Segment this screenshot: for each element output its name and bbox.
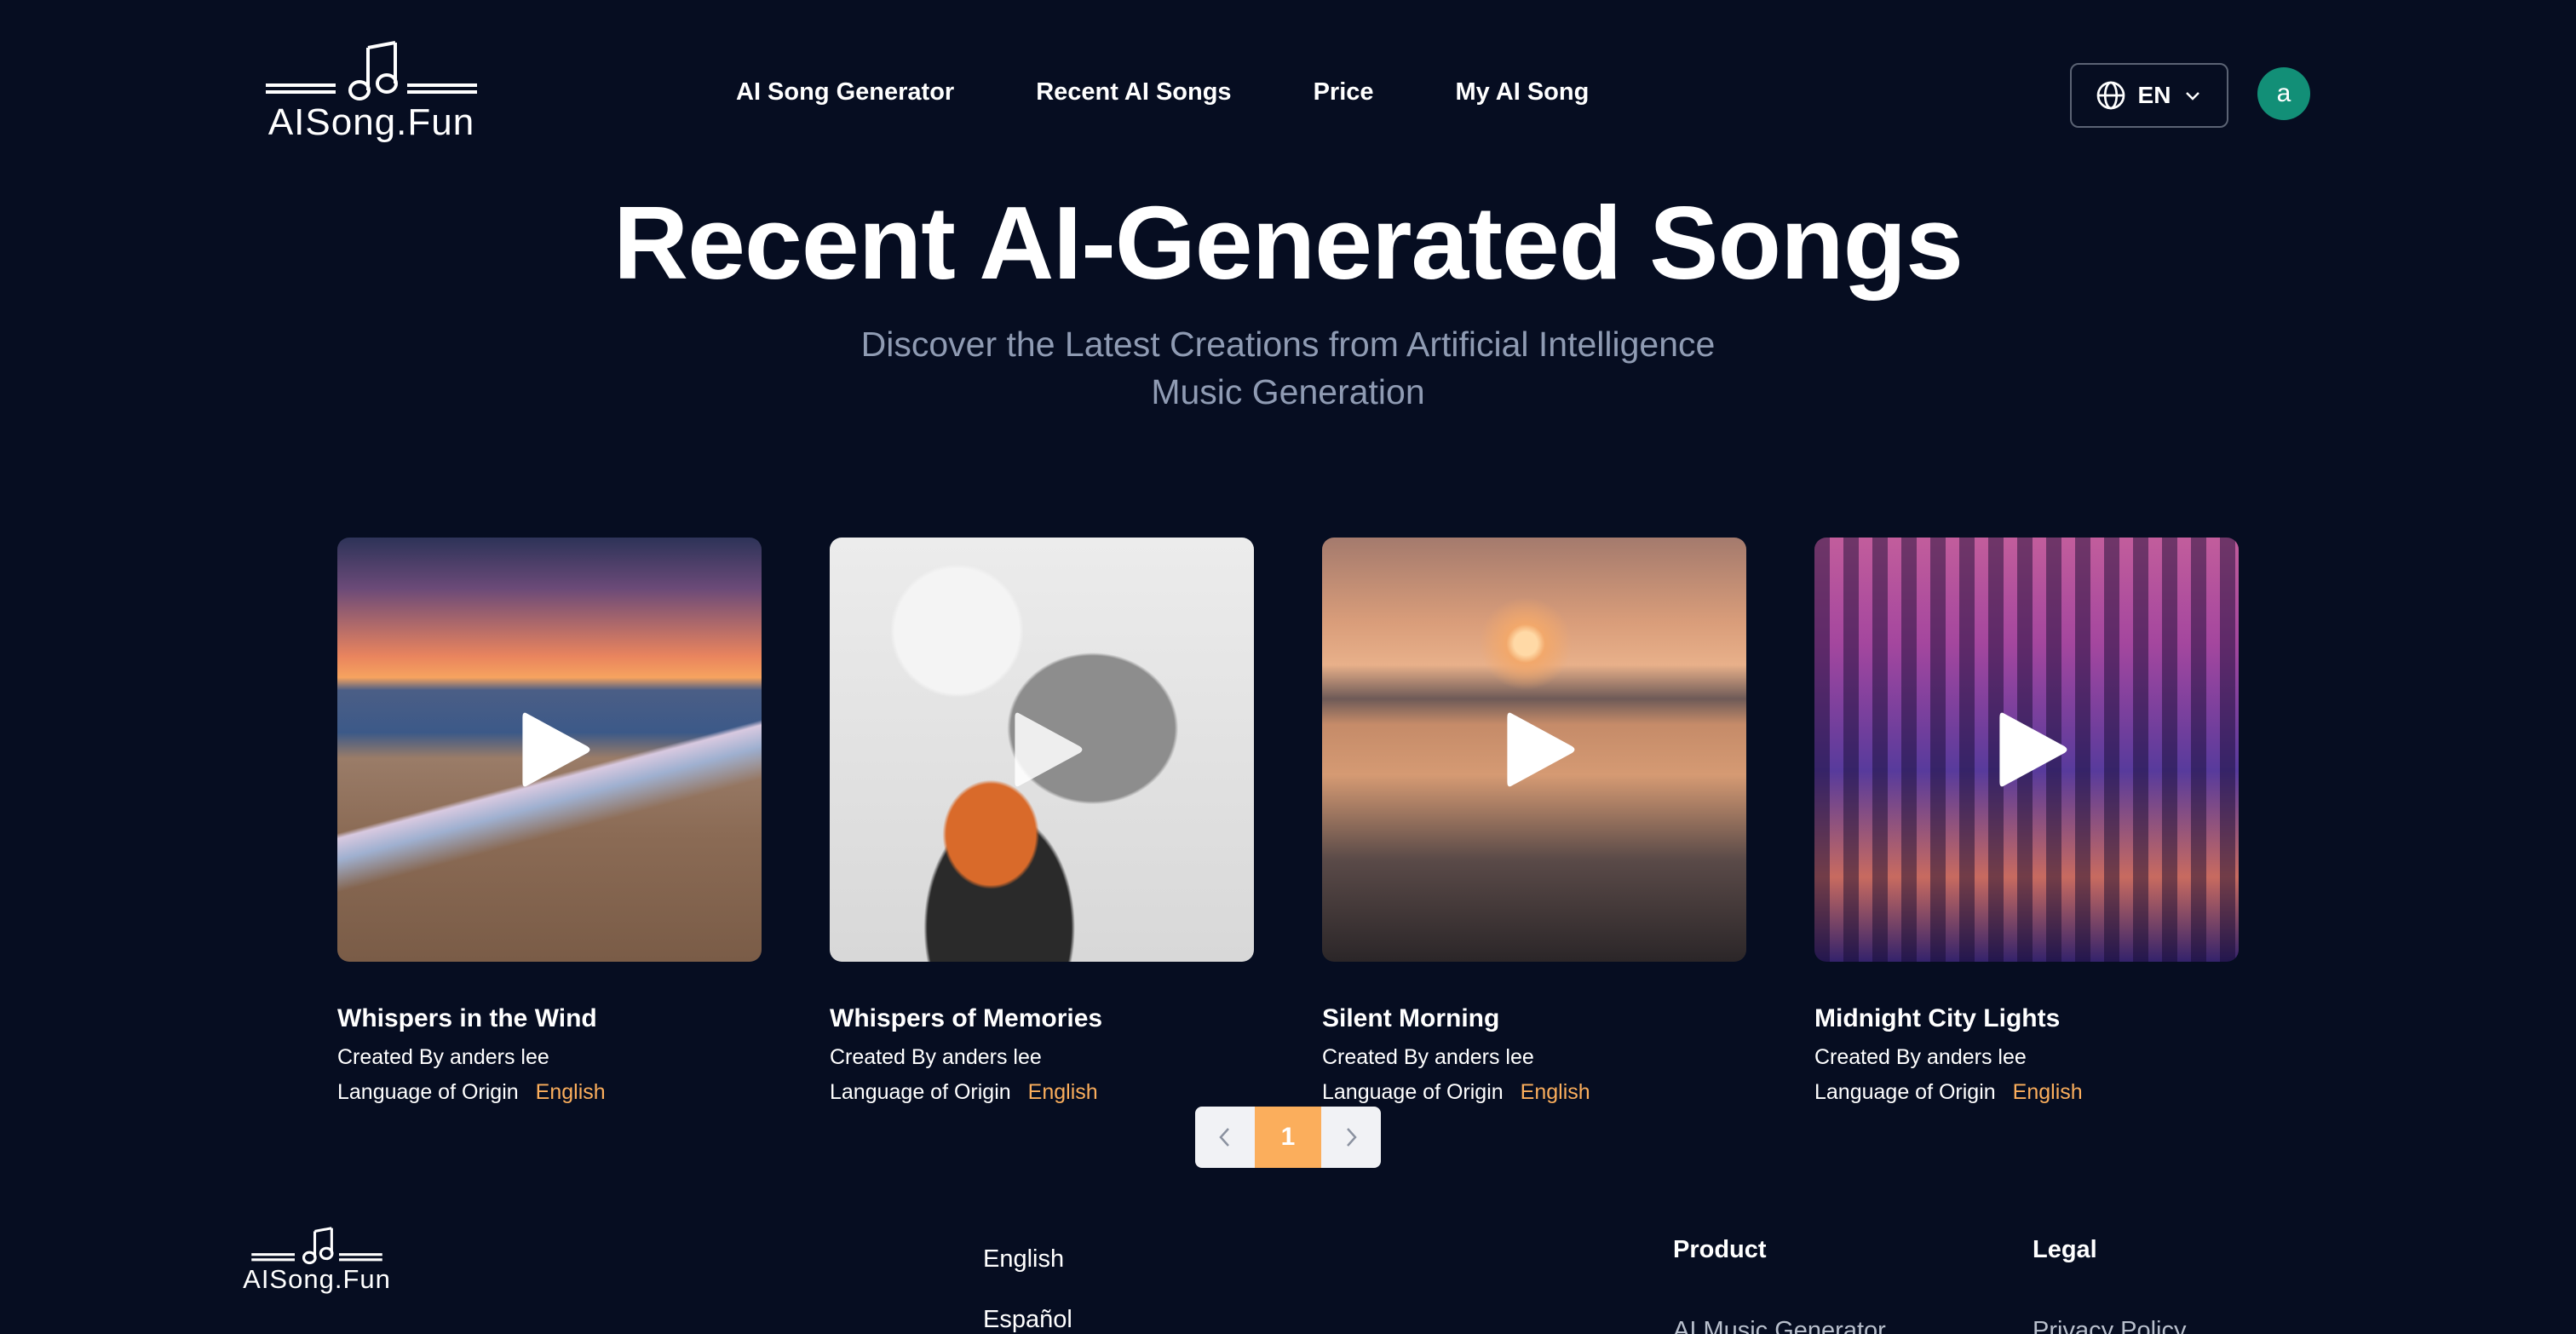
song-title[interactable]: Whispers of Memories [830, 1006, 1254, 1032]
site-logo[interactable]: AISong.Fun [264, 37, 479, 152]
song-creator: Created By anders lee [1814, 1045, 2027, 1069]
song-cover[interactable] [1322, 538, 1746, 962]
song-card: Midnight City Lights Created By anders l… [1814, 538, 2239, 1103]
song-language-label: Language of Origin [1322, 1080, 1504, 1104]
footer-link-privacy-policy[interactable]: Privacy Policy [2033, 1317, 2187, 1334]
song-language: English [535, 1080, 606, 1104]
language-selector[interactable]: EN [2070, 63, 2228, 128]
play-icon[interactable] [520, 709, 592, 791]
play-icon[interactable] [1013, 709, 1084, 791]
footer-language-english[interactable]: English [983, 1245, 1064, 1274]
song-cover[interactable] [337, 538, 762, 962]
chevron-right-icon [1347, 1128, 1357, 1147]
pagination: 1 [1195, 1107, 1381, 1168]
page-title: Recent AI-Generated Songs [613, 185, 1964, 301]
footer-link-ai-music-generator[interactable]: AI Music Generator [1673, 1317, 1886, 1334]
prev-page-button[interactable] [1195, 1107, 1255, 1168]
song-language-label: Language of Origin [337, 1080, 519, 1104]
song-language-row: Language of Origin English [337, 1082, 762, 1103]
song-creator: Created By anders lee [830, 1045, 1042, 1069]
nav-my-ai-song[interactable]: My AI Song [1456, 78, 1590, 106]
page-subtitle: Discover the Latest Creations from Artif… [860, 325, 1716, 411]
music-note-icon [251, 1227, 382, 1265]
nav-recent-ai-songs[interactable]: Recent AI Songs [1036, 78, 1231, 106]
song-language-row: Language of Origin English [1322, 1082, 1746, 1103]
song-card: Silent Morning Created By anders lee Lan… [1322, 538, 1746, 1103]
chevron-down-icon [2186, 92, 2200, 101]
chevron-left-icon [1219, 1128, 1229, 1147]
song-title[interactable]: Whispers in the Wind [337, 1006, 762, 1032]
play-icon[interactable] [1505, 709, 1577, 791]
song-card: Whispers of Memories Created By anders l… [830, 538, 1254, 1103]
song-title[interactable]: Silent Morning [1322, 1006, 1746, 1032]
globe-icon [2096, 81, 2125, 110]
song-language-label: Language of Origin [1814, 1080, 1996, 1104]
footer-language-espanol[interactable]: Español [983, 1306, 1072, 1334]
page-number-current[interactable]: 1 [1255, 1107, 1321, 1168]
language-label: EN [2137, 82, 2171, 108]
song-cover[interactable] [1814, 538, 2239, 962]
song-language-row: Language of Origin English [830, 1082, 1254, 1103]
song-creator: Created By anders lee [337, 1045, 549, 1069]
nav-ai-song-generator[interactable]: AI Song Generator [736, 78, 954, 106]
song-title[interactable]: Midnight City Lights [1814, 1006, 2239, 1032]
song-creator: Created By anders lee [1322, 1045, 1534, 1069]
main-nav: AI Song Generator Recent AI Songs Price … [736, 78, 1589, 106]
song-language: English [1520, 1080, 1590, 1104]
nav-price[interactable]: Price [1314, 78, 1374, 106]
play-icon[interactable] [1998, 709, 2069, 791]
footer-logo-text: AISong.Fun [243, 1264, 391, 1294]
user-avatar[interactable]: a [2257, 67, 2310, 120]
footer-logo[interactable]: AISong.Fun [243, 1225, 390, 1297]
song-card: Whispers in the Wind Created By anders l… [337, 538, 762, 1103]
footer-product-heading: Product [1673, 1236, 1767, 1263]
next-page-button[interactable] [1321, 1107, 1381, 1168]
song-language: English [1027, 1080, 1098, 1104]
song-language-row: Language of Origin English [1814, 1082, 2239, 1103]
song-language-label: Language of Origin [830, 1080, 1011, 1104]
logo-text: AISong.Fun [267, 101, 475, 143]
song-cover[interactable] [830, 538, 1254, 962]
song-language: English [2012, 1080, 2083, 1104]
music-note-icon [266, 41, 477, 101]
footer-legal-heading: Legal [2033, 1236, 2097, 1263]
